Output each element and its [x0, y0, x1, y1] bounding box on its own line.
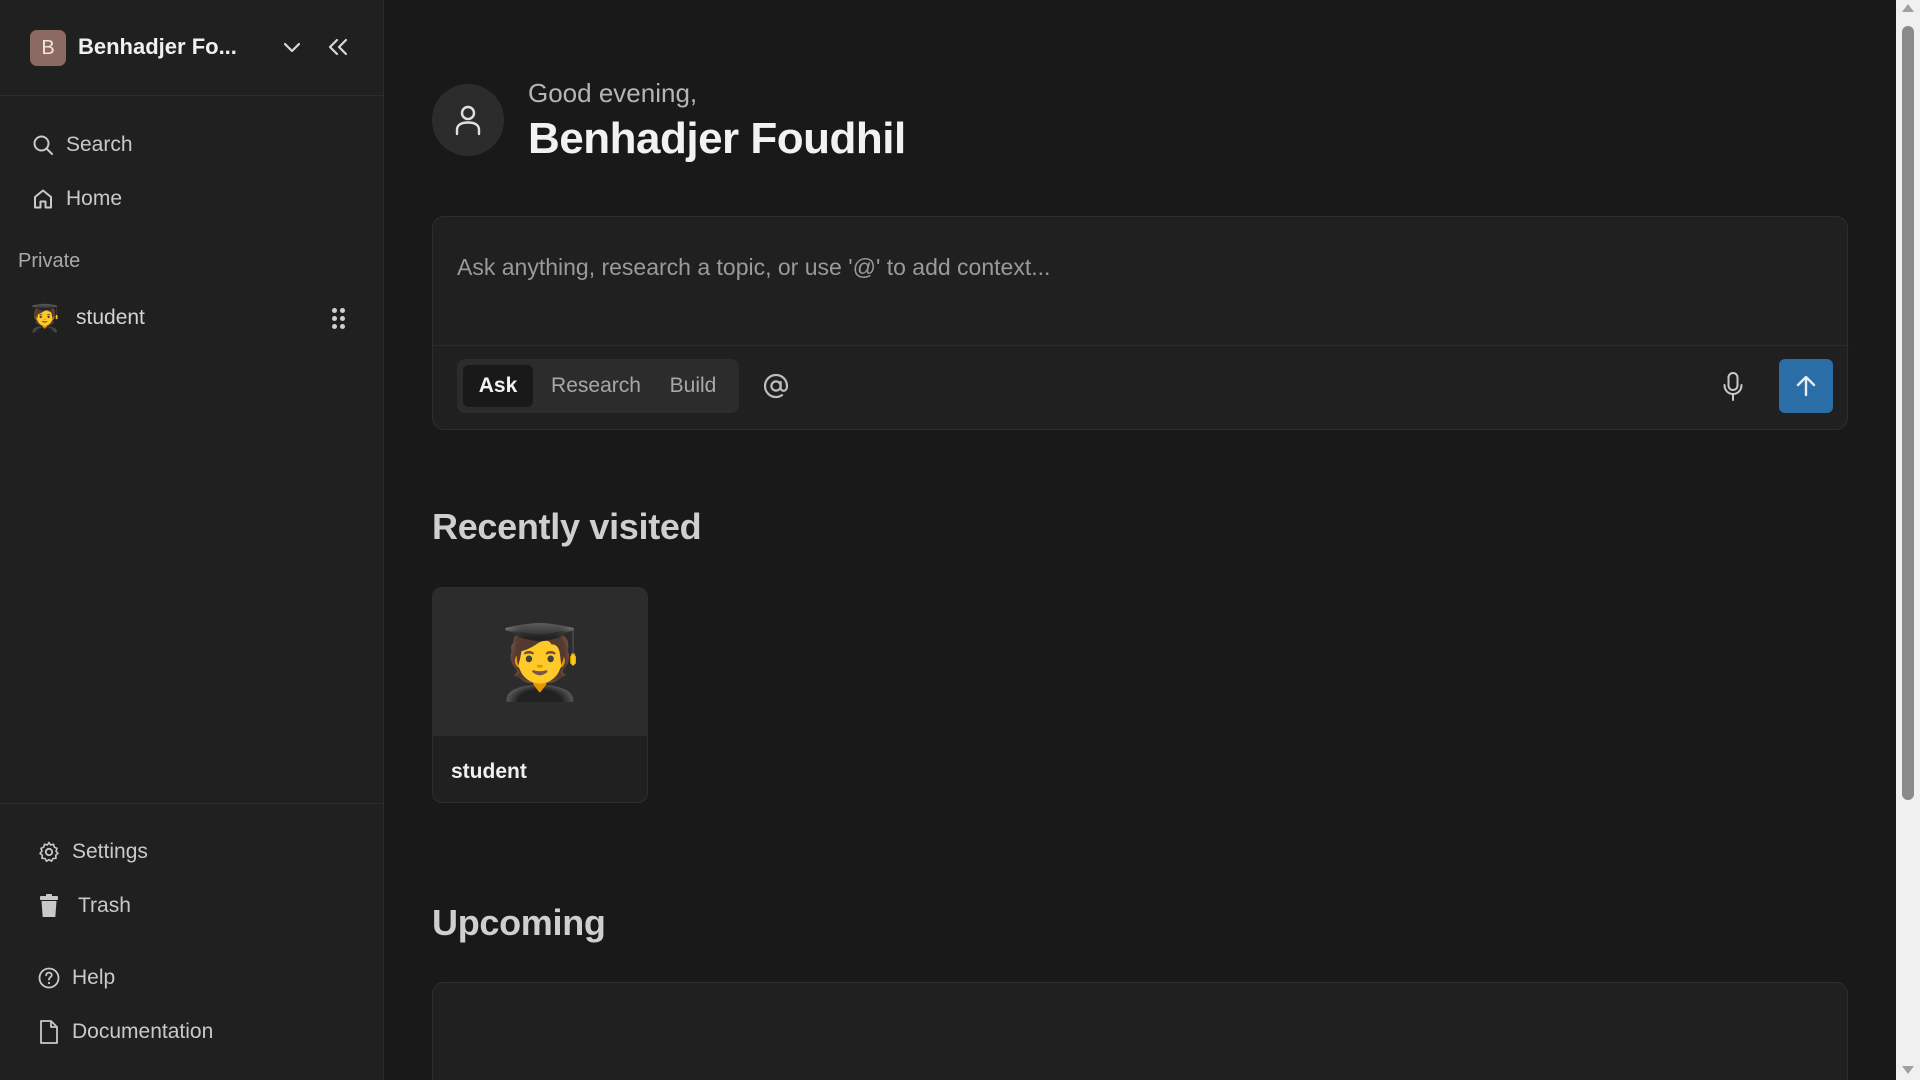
scrollbar-thumb[interactable] — [1902, 26, 1914, 800]
send-button[interactable] — [1779, 359, 1833, 413]
arrow-up-icon — [1795, 374, 1817, 398]
workspace-initial: B — [41, 36, 55, 59]
card-cover: 🧑‍🎓 — [433, 588, 647, 736]
recent-page-card[interactable]: 🧑‍🎓 student — [432, 587, 648, 803]
sidebar: B Benhadjer Fo... Search Home Private 🧑‍… — [0, 0, 384, 1080]
sidebar-item-label: Settings — [72, 840, 148, 863]
user-icon — [453, 103, 483, 137]
document-icon — [36, 1019, 62, 1045]
home-icon — [30, 186, 56, 212]
microphone-icon[interactable] — [1715, 369, 1751, 405]
mode-build-button[interactable]: Build — [653, 365, 733, 407]
upcoming-panel — [432, 982, 1848, 1080]
mode-ask-button[interactable]: Ask — [463, 365, 533, 407]
sidebar-page-student[interactable]: 🧑‍🎓 student — [18, 294, 366, 342]
workspace-avatar[interactable]: B — [30, 30, 66, 66]
main-content: Good evening, Benhadjer Foudhil Ask Rese… — [384, 0, 1896, 1080]
user-avatar[interactable] — [432, 84, 504, 156]
section-label-private: Private — [18, 250, 81, 272]
gear-icon — [36, 839, 62, 865]
sidebar-item-documentation[interactable]: Documentation — [24, 1010, 372, 1054]
sidebar-item-label: Help — [72, 966, 116, 989]
sidebar-item-help[interactable]: Help — [24, 956, 372, 1000]
card-title: student — [451, 760, 527, 783]
scroll-down-arrow-icon[interactable] — [1902, 1066, 1914, 1074]
scroll-up-arrow-icon[interactable] — [1902, 4, 1914, 12]
trash-icon — [36, 893, 62, 919]
upcoming-heading: Upcoming — [432, 902, 606, 943]
workspace-name[interactable]: Benhadjer Fo... — [78, 34, 237, 60]
page-emoji: 🧑‍🎓 — [28, 302, 62, 333]
greeting-text: Good evening, — [528, 78, 698, 108]
sidebar-item-home[interactable]: Home — [18, 177, 366, 221]
mode-switcher: Ask Research Build — [457, 359, 739, 413]
search-icon — [30, 132, 56, 158]
recently-visited-heading: Recently visited — [432, 506, 702, 547]
sidebar-item-label: Search — [66, 133, 133, 156]
ask-composer: Ask Research Build — [432, 216, 1849, 430]
sidebar-item-label: Documentation — [72, 1020, 214, 1043]
drag-handle-icon[interactable] — [328, 306, 348, 330]
sidebar-page-label: student — [76, 306, 145, 329]
workspace-header: B Benhadjer Fo... — [0, 0, 384, 96]
ask-input[interactable] — [457, 247, 1817, 287]
card-emoji: 🧑‍🎓 — [495, 622, 585, 703]
user-name-heading: Benhadjer Foudhil — [528, 114, 906, 163]
mention-icon[interactable] — [759, 369, 793, 403]
sidebar-item-trash[interactable]: Trash — [24, 884, 372, 928]
chevron-down-icon[interactable] — [280, 34, 304, 62]
collapse-sidebar-icon[interactable] — [324, 32, 352, 62]
sidebar-item-label: Home — [66, 187, 123, 210]
vertical-scrollbar[interactable] — [1896, 0, 1920, 1080]
composer-divider — [433, 345, 1849, 346]
sidebar-item-settings[interactable]: Settings — [24, 830, 372, 874]
help-icon — [36, 965, 62, 991]
sidebar-item-search[interactable]: Search — [18, 123, 366, 167]
mode-research-button[interactable]: Research — [541, 365, 651, 407]
sidebar-item-label: Trash — [78, 894, 131, 917]
